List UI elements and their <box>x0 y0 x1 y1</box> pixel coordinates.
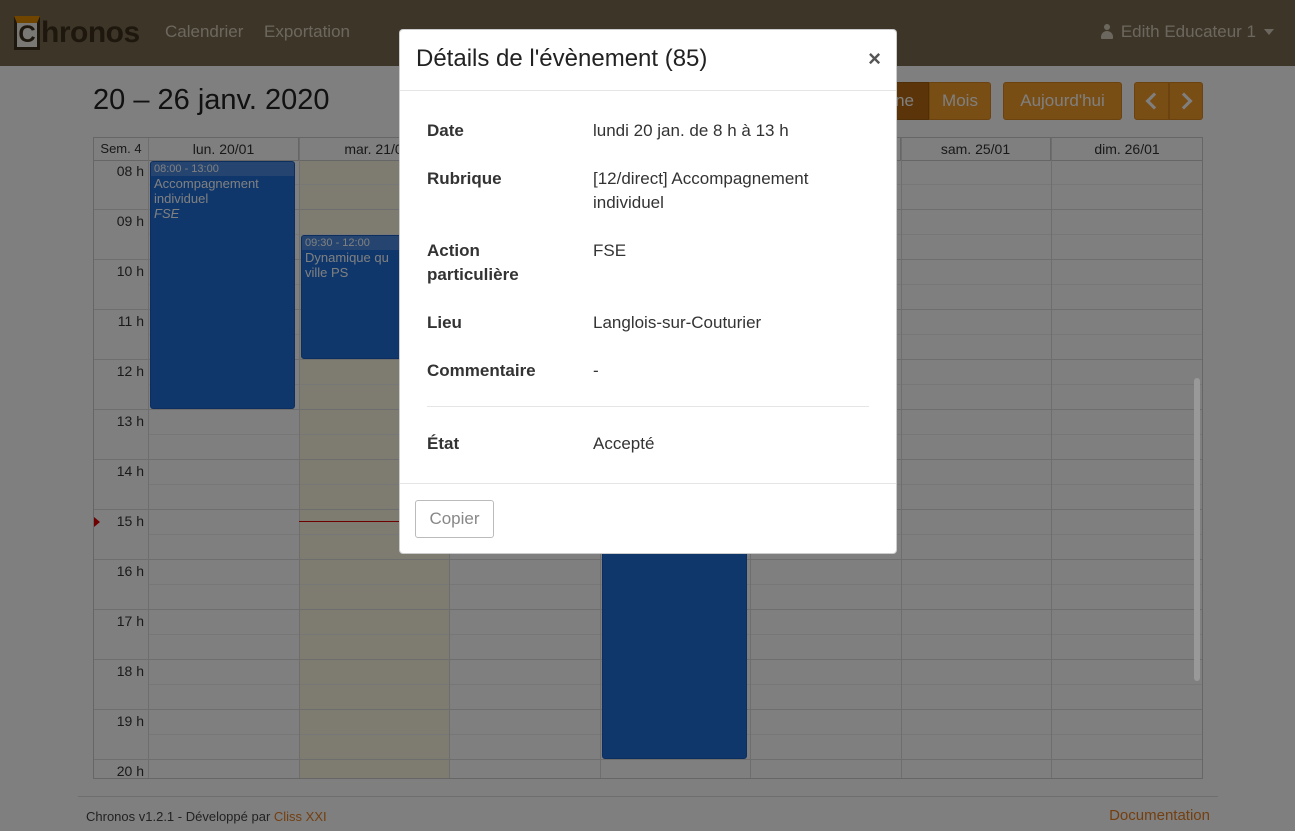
modal-header: Détails de l'évènement (85) × <box>400 30 896 91</box>
detail-value-etat: Accepté <box>593 434 655 453</box>
close-icon[interactable]: × <box>868 48 881 70</box>
modal-title: Détails de l'évènement (85) <box>416 45 708 72</box>
calendar-scrollbar[interactable] <box>1194 378 1200 681</box>
detail-label-etat: État <box>427 434 460 453</box>
event-details-modal: Détails de l'évènement (85) × Date lundi… <box>399 29 897 554</box>
modal-footer-divider <box>400 483 896 484</box>
detail-value-rubrique: [12/direct] Accompagnement individuel <box>593 169 809 212</box>
copy-button[interactable]: Copier <box>415 500 494 538</box>
detail-value-commentaire: - <box>593 361 599 380</box>
modal-separator <box>427 406 869 407</box>
detail-label-date: Date <box>427 121 464 140</box>
detail-label-action: Action particulière <box>427 241 519 284</box>
detail-value-action: FSE <box>593 241 627 260</box>
detail-value-date: lundi 20 jan. de 8 h à 13 h <box>593 121 789 140</box>
detail-label-lieu: Lieu <box>427 313 462 332</box>
detail-label-commentaire: Commentaire <box>427 361 536 380</box>
detail-label-rubrique: Rubrique <box>427 169 502 188</box>
detail-value-lieu: Langlois-sur-Couturier <box>593 313 762 332</box>
